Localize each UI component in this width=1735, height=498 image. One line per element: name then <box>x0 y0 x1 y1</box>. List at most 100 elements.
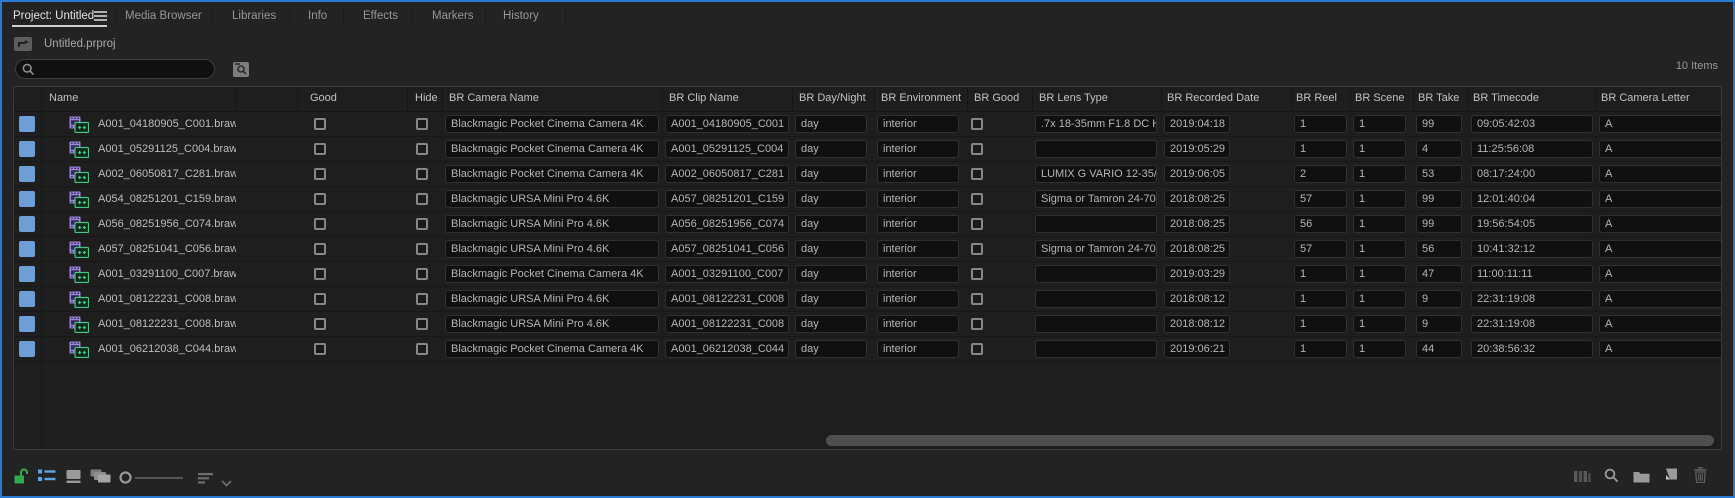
date-field[interactable]: 2018:08:12 <box>1164 315 1230 333</box>
cam-field[interactable]: Blackmagic URSA Mini Pro 4.6K <box>445 240 659 258</box>
scene-field[interactable]: 1 <box>1353 190 1406 208</box>
letter-field[interactable]: A <box>1599 340 1721 358</box>
hide-checkbox[interactable] <box>416 168 428 180</box>
lens-field[interactable]: LUMIX G VARIO 12-35/ <box>1035 165 1157 183</box>
scene-field[interactable]: 1 <box>1353 140 1406 158</box>
tc-field[interactable]: 09:05:42:03 <box>1471 115 1593 133</box>
hide-checkbox[interactable] <box>416 268 428 280</box>
tc-field[interactable]: 20:38:56:32 <box>1471 340 1593 358</box>
panel-menu-icon[interactable] <box>94 11 107 22</box>
tab-info[interactable]: Info <box>308 2 327 30</box>
label-color-swatch[interactable] <box>19 191 35 207</box>
lens-field[interactable] <box>1035 290 1157 308</box>
letter-field[interactable]: A <box>1599 165 1721 183</box>
tc-field[interactable]: 19:56:54:05 <box>1471 215 1593 233</box>
reel-field[interactable]: 1 <box>1294 140 1347 158</box>
clip-name[interactable]: A054_08251201_C159.braw <box>98 193 236 205</box>
table-row[interactable]: A001_04180905_C001.braw Blackmagic Pocket… <box>14 112 1721 137</box>
clip-field[interactable]: A056_08251956_C074 <box>665 215 789 233</box>
cam-field[interactable]: Blackmagic URSA Mini Pro 4.6K <box>445 190 659 208</box>
label-color-swatch[interactable] <box>19 291 35 307</box>
env-field[interactable]: interior <box>877 115 959 133</box>
table-row[interactable]: A056_08251956_C074.braw Blackmagic URSA M… <box>14 212 1721 237</box>
brgood-checkbox[interactable] <box>971 218 983 230</box>
date-field[interactable]: 2019:06:05 <box>1164 165 1230 183</box>
brgood-checkbox[interactable] <box>971 243 983 255</box>
brgood-checkbox[interactable] <box>971 268 983 280</box>
clip-name[interactable]: A002_06050817_C281.braw <box>98 168 236 180</box>
lens-field[interactable] <box>1035 265 1157 283</box>
take-field[interactable]: 56 <box>1416 240 1462 258</box>
lens-field[interactable]: .7x 18-35mm F1.8 DC H <box>1035 115 1157 133</box>
search-box[interactable] <box>15 59 215 79</box>
clip-field[interactable]: A057_08251041_C056 <box>665 240 789 258</box>
date-field[interactable]: 2018:08:25 <box>1164 215 1230 233</box>
day-field[interactable]: day <box>795 115 867 133</box>
day-field[interactable]: day <box>795 240 867 258</box>
date-field[interactable]: 2018:08:25 <box>1164 190 1230 208</box>
lens-field[interactable]: Sigma or Tamron 24-70 <box>1035 240 1157 258</box>
date-field[interactable]: 2018:08:25 <box>1164 240 1230 258</box>
lens-field[interactable] <box>1035 315 1157 333</box>
scene-field[interactable]: 1 <box>1353 240 1406 258</box>
hide-checkbox[interactable] <box>416 193 428 205</box>
tc-field[interactable]: 12:01:40:04 <box>1471 190 1593 208</box>
env-field[interactable]: interior <box>877 190 959 208</box>
good-checkbox[interactable] <box>314 193 326 205</box>
brgood-checkbox[interactable] <box>971 118 983 130</box>
date-field[interactable]: 2019:05:29 <box>1164 140 1230 158</box>
env-field[interactable]: interior <box>877 240 959 258</box>
find-button[interactable] <box>1604 468 1619 486</box>
take-field[interactable]: 47 <box>1416 265 1462 283</box>
good-checkbox[interactable] <box>314 218 326 230</box>
sort-order-menu-button[interactable] <box>221 475 232 490</box>
reel-field[interactable]: 1 <box>1294 265 1347 283</box>
tc-field[interactable]: 08:17:24:00 <box>1471 165 1593 183</box>
reel-field[interactable]: 1 <box>1294 290 1347 308</box>
take-field[interactable]: 53 <box>1416 165 1462 183</box>
list-view-button[interactable] <box>38 469 56 485</box>
clip-field[interactable]: A001_08122231_C008 <box>665 290 789 308</box>
label-color-swatch[interactable] <box>19 141 35 157</box>
column-header-env[interactable]: BR Environment <box>874 87 967 111</box>
tc-field[interactable]: 11:25:56:08 <box>1471 140 1593 158</box>
day-field[interactable]: day <box>795 215 867 233</box>
freeform-view-button[interactable] <box>90 469 111 486</box>
hide-checkbox[interactable] <box>416 143 428 155</box>
good-checkbox[interactable] <box>314 243 326 255</box>
cam-field[interactable]: Blackmagic URSA Mini Pro 4.6K <box>445 215 659 233</box>
tc-field[interactable]: 22:31:19:08 <box>1471 290 1593 308</box>
good-checkbox[interactable] <box>314 118 326 130</box>
reel-field[interactable]: 57 <box>1294 240 1347 258</box>
tab-media-browser[interactable]: Media Browser <box>125 2 202 30</box>
column-header-scene[interactable]: BR Scene <box>1350 87 1413 111</box>
env-field[interactable]: interior <box>877 215 959 233</box>
letter-field[interactable]: A <box>1599 290 1721 308</box>
letter-field[interactable]: A <box>1599 240 1721 258</box>
scene-field[interactable]: 1 <box>1353 115 1406 133</box>
label-color-swatch[interactable] <box>19 241 35 257</box>
letter-field[interactable]: A <box>1599 115 1721 133</box>
letter-field[interactable]: A <box>1599 140 1721 158</box>
day-field[interactable]: day <box>795 165 867 183</box>
label-color-swatch[interactable] <box>19 216 35 232</box>
delete-button[interactable] <box>1694 467 1707 486</box>
date-field[interactable]: 2019:06:21 <box>1164 340 1230 358</box>
clip-field[interactable]: A001_05291125_C004 <box>665 140 789 158</box>
scene-field[interactable]: 1 <box>1353 315 1406 333</box>
take-field[interactable]: 9 <box>1416 315 1462 333</box>
scene-field[interactable]: 1 <box>1353 265 1406 283</box>
reel-field[interactable]: 1 <box>1294 340 1347 358</box>
clip-field[interactable]: A057_08251201_C159 <box>665 190 789 208</box>
column-header-good[interactable]: Good <box>297 87 407 111</box>
good-checkbox[interactable] <box>314 268 326 280</box>
column-header-date[interactable]: BR Recorded Date <box>1161 87 1291 111</box>
day-field[interactable]: day <box>795 290 867 308</box>
column-header-name[interactable]: Name <box>41 87 236 111</box>
brgood-checkbox[interactable] <box>971 193 983 205</box>
letter-field[interactable]: A <box>1599 190 1721 208</box>
hide-checkbox[interactable] <box>416 118 428 130</box>
label-color-swatch[interactable] <box>19 341 35 357</box>
tab-history[interactable]: History <box>503 2 539 30</box>
day-field[interactable]: day <box>795 140 867 158</box>
